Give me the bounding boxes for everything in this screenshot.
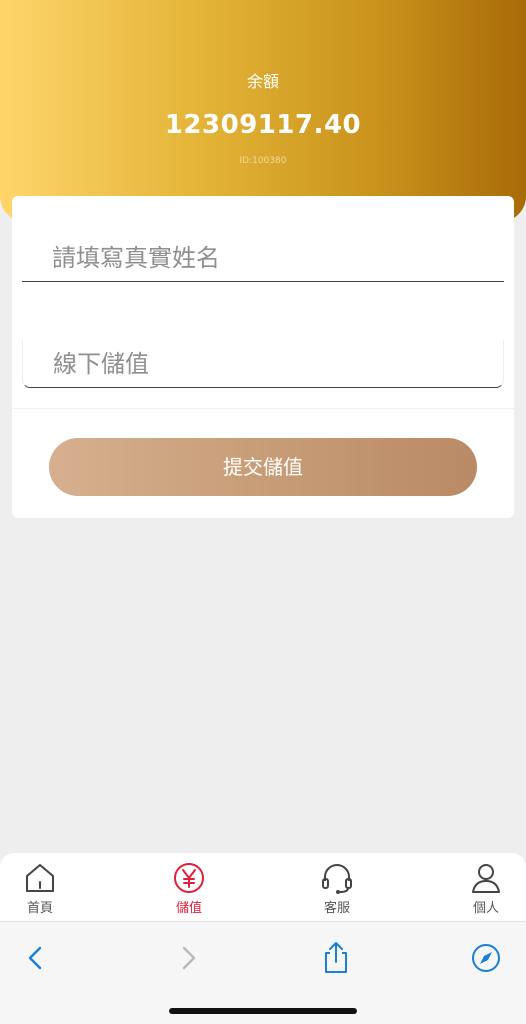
- back-icon[interactable]: [18, 940, 54, 976]
- headset-icon: [322, 864, 352, 894]
- yen-icon: [174, 863, 204, 893]
- balance-value: 12309117.40: [164, 110, 362, 140]
- browser-toolbar: [0, 921, 526, 1024]
- deposit-form-card: 提交儲值: [12, 196, 514, 518]
- home-icon: [26, 864, 54, 892]
- deposit-page: 余額 12309117.40 ID:100380 提交儲值 首頁 儲值: [0, 0, 526, 1024]
- amount-field-wrapper: [22, 340, 504, 388]
- name-field-wrapper: [22, 234, 504, 282]
- tab-service-label: 客服: [323, 901, 350, 916]
- compass-icon[interactable]: [468, 940, 504, 976]
- balance-label: 余額: [246, 72, 279, 91]
- tab-profile-label: 個人: [472, 901, 499, 916]
- real-name-input[interactable]: [22, 234, 504, 282]
- user-icon: [472, 864, 500, 893]
- home-indicator: [169, 1008, 357, 1014]
- balance-header: 余額 12309117.40 ID:100380: [0, 0, 526, 222]
- tab-profile[interactable]: 個人: [456, 861, 516, 917]
- tab-deposit[interactable]: 儲值: [159, 861, 219, 917]
- tab-home-label: 首頁: [26, 901, 53, 916]
- bottom-tab-bar: 首頁 儲值 客服 個人: [0, 853, 526, 921]
- user-id: ID:100380: [239, 156, 287, 166]
- offline-deposit-input[interactable]: [22, 340, 504, 388]
- forward-icon[interactable]: [170, 940, 206, 976]
- tab-home[interactable]: 首頁: [10, 861, 70, 917]
- tab-service[interactable]: 客服: [307, 861, 367, 917]
- tab-deposit-label: 儲值: [175, 901, 202, 916]
- form-divider: [12, 408, 514, 409]
- share-icon[interactable]: [318, 940, 354, 976]
- submit-deposit-button[interactable]: 提交儲值: [49, 438, 477, 496]
